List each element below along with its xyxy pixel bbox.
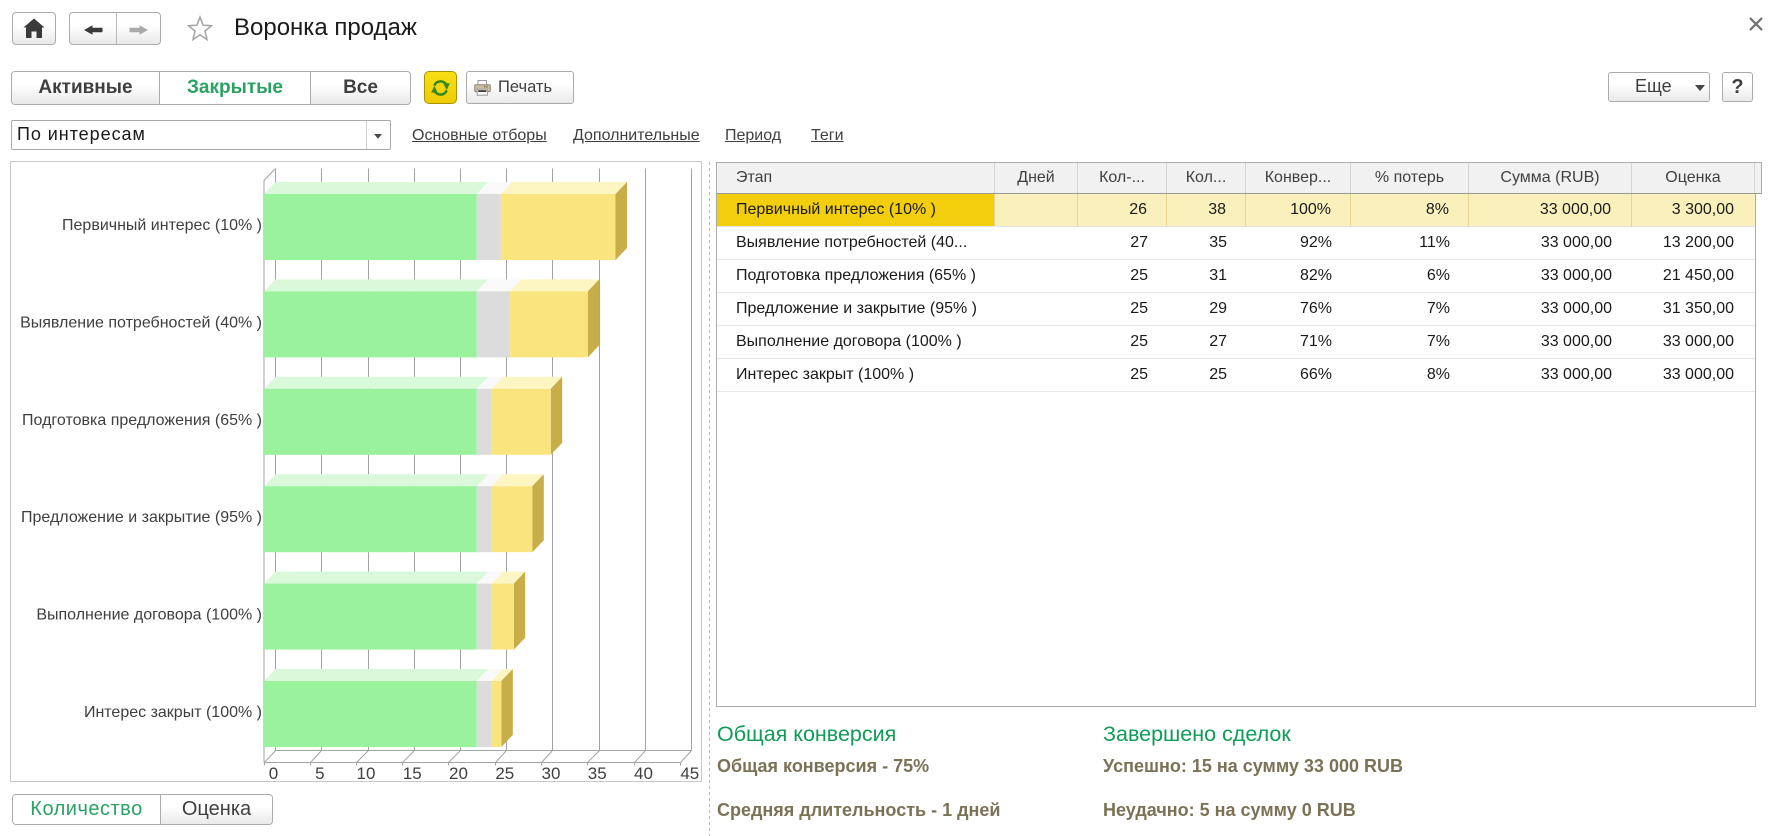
svg-text:10: 10 [357,764,376,783]
svg-text:Предложение и закрытие (95% ): Предложение и закрытие (95% ) [21,509,262,526]
svg-text:30: 30 [542,764,561,783]
svg-text:25: 25 [495,764,514,783]
svg-text:Первичный интерес (10% ): Первичный интерес (10% ) [62,217,262,234]
svg-text:Выявление потребностей (40% ): Выявление потребностей (40% ) [20,314,262,331]
svg-text:0: 0 [269,764,278,783]
svg-text:45: 45 [680,764,699,783]
svg-text:40: 40 [634,764,653,783]
svg-text:Интерес закрыт (100% ): Интерес закрыт (100% ) [84,704,262,721]
svg-text:20: 20 [449,764,468,783]
svg-text:Подготовка предложения (65% ): Подготовка предложения (65% ) [22,412,262,429]
svg-text:15: 15 [403,764,422,783]
svg-text:Выполнение договора (100% ): Выполнение договора (100% ) [36,607,262,624]
svg-text:35: 35 [588,764,607,783]
svg-text:5: 5 [315,764,324,783]
